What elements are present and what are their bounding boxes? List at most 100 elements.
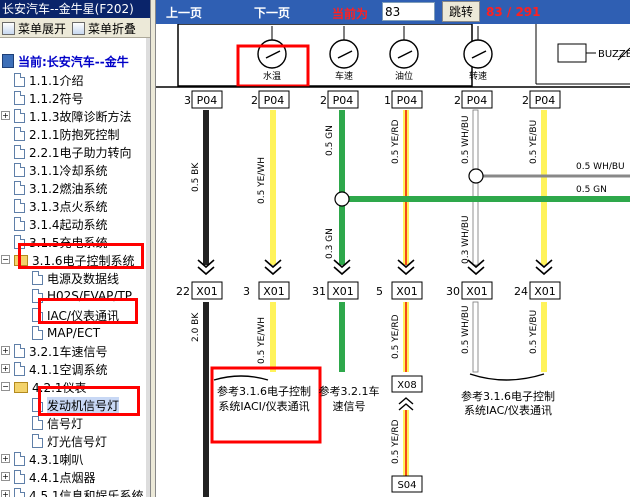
wire-ye-bu bbox=[541, 110, 547, 265]
reference-text[interactable]: 参考3.2.1车速信号 bbox=[318, 384, 380, 414]
tree-item[interactable]: 3.1.2燃油系统 bbox=[14, 179, 108, 197]
collapse-toggle[interactable]: − bbox=[1, 382, 10, 391]
expand-toggle[interactable]: + bbox=[1, 111, 10, 120]
document-icon bbox=[32, 434, 43, 448]
collapse-toggle[interactable]: − bbox=[1, 255, 10, 264]
tree-item[interactable]: 1.1.2符号 bbox=[14, 89, 84, 107]
collapse-menu-button[interactable]: 菜单折叠 bbox=[72, 20, 136, 36]
tree-item[interactable]: 3.1.1冷却系统 bbox=[14, 161, 108, 179]
document-icon bbox=[14, 362, 25, 376]
expand-toggle[interactable]: + bbox=[1, 364, 10, 373]
connector-name: P04 bbox=[197, 94, 218, 107]
expand-toggle[interactable]: + bbox=[1, 346, 10, 355]
highlight-box bbox=[38, 298, 138, 324]
connector-name: X01 bbox=[263, 285, 285, 298]
wire-label: 0.5 YE/RD bbox=[391, 119, 401, 164]
reference-text[interactable]: 参考3.1.6电子控制系统IAC/仪表通讯 bbox=[460, 390, 556, 418]
tree-item[interactable]: 1.1.1介绍 bbox=[14, 71, 84, 89]
document-icon bbox=[14, 217, 25, 231]
document-icon bbox=[14, 145, 25, 159]
tree-item[interactable]: 1.1.3故障诊断方法 bbox=[14, 107, 132, 125]
tree-item[interactable]: 2.1.1防抱死控制 bbox=[14, 125, 120, 143]
folder-open-icon bbox=[14, 381, 28, 393]
expand-icon bbox=[2, 21, 15, 35]
highlight-box bbox=[18, 243, 144, 269]
connector-name: P04 bbox=[467, 94, 488, 107]
page-number-input[interactable] bbox=[382, 2, 435, 21]
document-icon bbox=[32, 326, 43, 340]
connector-name: X01 bbox=[534, 285, 556, 298]
wire-bk bbox=[203, 110, 209, 265]
expand-menu-button[interactable]: 菜单展开 bbox=[2, 20, 66, 36]
tree-item[interactable]: 3.1.4起动系统 bbox=[14, 215, 108, 233]
connector-chevrons bbox=[197, 259, 553, 276]
wire-bk-lower bbox=[203, 302, 209, 497]
navigation-pane: 长安汽车--金牛星(F202) 菜单展开 菜单折叠 当前:长安汽车--金牛 1.… bbox=[0, 0, 150, 497]
tree-current-root[interactable]: 当前:长安汽车--金牛 bbox=[2, 52, 129, 70]
collapse-icon bbox=[72, 21, 85, 35]
connector-pin: 5 bbox=[376, 285, 383, 298]
manual-icon bbox=[2, 54, 14, 68]
tree-item[interactable]: 4.1.1空调系统 bbox=[14, 360, 108, 378]
connector-pin: 31 bbox=[312, 285, 326, 298]
connector-name: X01 bbox=[466, 285, 488, 298]
connector-name: P04 bbox=[397, 94, 418, 107]
document-icon bbox=[14, 470, 25, 484]
x08-label: X08 bbox=[397, 380, 417, 391]
jump-button[interactable]: 跳转 bbox=[442, 1, 480, 22]
reference-note-iac: 参考3.1.6电子控制系统IACI/仪表通讯 bbox=[214, 384, 314, 414]
highlight-box bbox=[38, 386, 140, 416]
tree-item[interactable]: 信号灯 bbox=[32, 414, 83, 432]
buzzer-label: BUZZER bbox=[598, 49, 630, 60]
wire-wh-bu-lower bbox=[472, 301, 479, 373]
tree-item[interactable]: 3.1.3点火系统 bbox=[14, 197, 108, 215]
speed-gauge: 车速 bbox=[329, 39, 359, 82]
tree-item[interactable]: 4.3.1喇叭 bbox=[14, 450, 84, 468]
gauge-label: 转速 bbox=[469, 70, 487, 82]
expand-toggle[interactable]: + bbox=[1, 490, 10, 497]
tree-toolbar: 菜单展开 菜单折叠 bbox=[0, 18, 150, 38]
cluster-outline bbox=[177, 24, 473, 87]
tach-gauge: 转速 bbox=[463, 39, 493, 82]
connector-name: P04 bbox=[333, 94, 354, 107]
next-page-link[interactable]: 下一页 bbox=[254, 4, 290, 21]
top-connector-row: 31P04 21P04 23P04 19P04 27P04 25P04 bbox=[184, 90, 561, 109]
fuel-gauge: 油位 bbox=[389, 39, 419, 82]
gauge-label: 车速 bbox=[335, 70, 353, 82]
wire-gn-lower bbox=[339, 302, 345, 372]
page-count: 83 / 291 bbox=[486, 5, 541, 19]
connector-pin: 3 bbox=[243, 285, 250, 298]
document-icon bbox=[14, 452, 25, 466]
wire-label: 0.5 WH/BU bbox=[576, 162, 625, 172]
connector-name: X01 bbox=[332, 285, 354, 298]
reference-text[interactable]: 参考3.1.6电子控制系统IACI/仪表通讯 bbox=[214, 384, 314, 414]
document-icon bbox=[14, 109, 25, 123]
prev-page-link[interactable]: 上一页 bbox=[166, 4, 202, 21]
tree-item[interactable]: 电源及数据线 bbox=[32, 269, 119, 287]
wire-label: 0.5 YE/RD bbox=[391, 419, 401, 464]
document-icon bbox=[14, 199, 25, 213]
tree-item[interactable]: 2.2.1电子助力转向 bbox=[14, 143, 132, 161]
wire-label: 0.5 GN bbox=[576, 185, 607, 195]
tree-view: 当前:长安汽车--金牛 1.1.1介绍 1.1.2符号 + 1.1.3故障诊断方… bbox=[0, 40, 146, 497]
document-icon bbox=[14, 127, 25, 141]
tree-item[interactable]: 灯光信号灯 bbox=[32, 432, 107, 450]
reference-note-speed: 参考3.2.1车速信号 bbox=[318, 384, 380, 414]
wire-label: 0.5 YE/BU bbox=[529, 310, 539, 354]
tree-item[interactable]: 3.2.1车速信号 bbox=[14, 342, 108, 360]
wire-label: 0.5 WH/BU bbox=[461, 305, 471, 354]
gauge-label: 油位 bbox=[395, 70, 413, 82]
bottom-connector-row: 22 X01 3 X01 31 X01 5 X01 30 X01 24 X01 bbox=[176, 281, 561, 300]
connector-name: X01 bbox=[196, 285, 218, 298]
wire-label: 0.5 WH/BU bbox=[461, 115, 471, 164]
document-icon bbox=[14, 181, 25, 195]
connector-name: P04 bbox=[535, 94, 556, 107]
tree-item[interactable]: 4.5.1信息和娱乐系统 bbox=[14, 486, 144, 497]
tree-item[interactable]: 4.4.1点烟器 bbox=[14, 468, 96, 486]
expand-toggle[interactable]: + bbox=[1, 472, 10, 481]
wire-ye-bu-lower bbox=[541, 302, 547, 372]
expand-toggle[interactable]: + bbox=[1, 454, 10, 463]
page-nav-bar: 上一页 下一页 当前为 跳转 83 / 291 bbox=[156, 0, 630, 24]
wire-label: 0.5 YE/BU bbox=[529, 120, 539, 164]
tree-item[interactable]: MAP/ECT bbox=[32, 324, 100, 342]
